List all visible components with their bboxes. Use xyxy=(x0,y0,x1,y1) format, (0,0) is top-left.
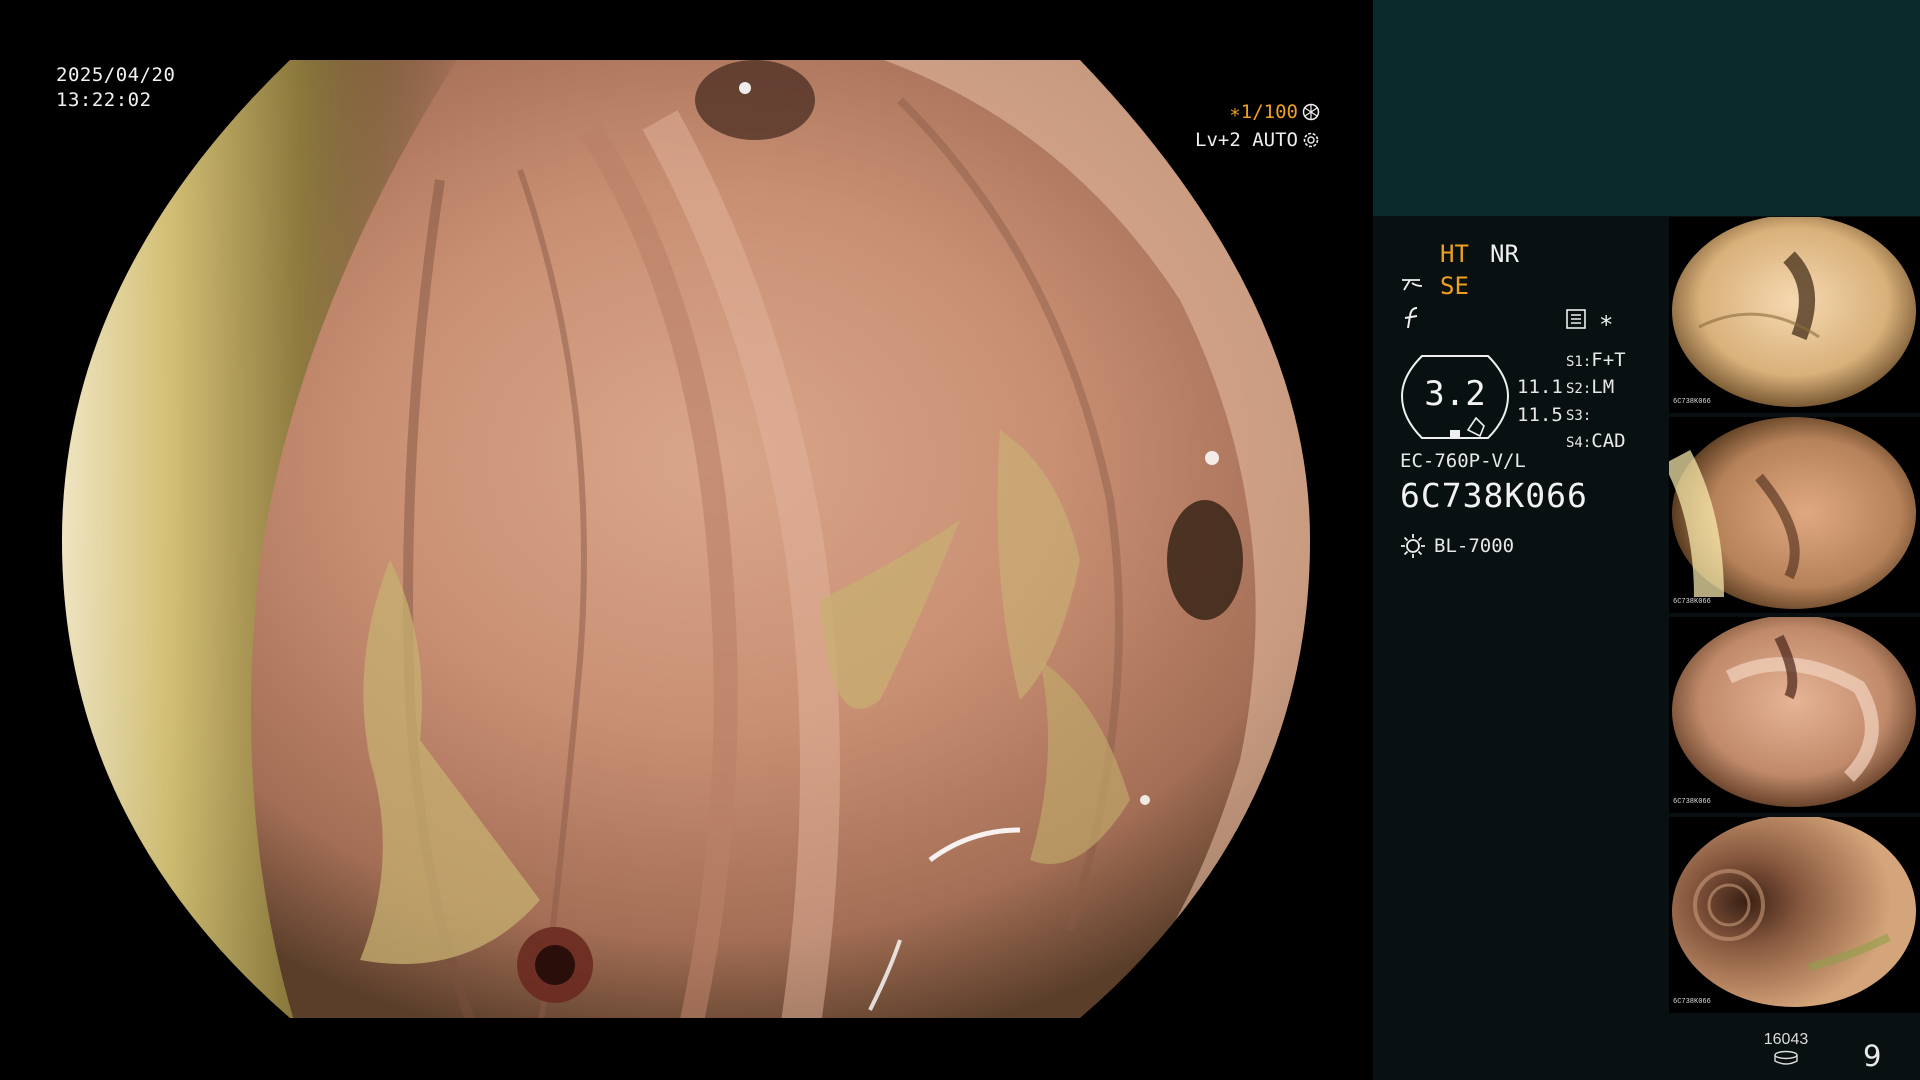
setting-key: S4: xyxy=(1566,435,1592,451)
image-counter: 16043 xyxy=(1763,1031,1809,1048)
light-level: Lv+2 AUTO xyxy=(1195,129,1298,151)
disk-icon xyxy=(1774,1050,1798,1065)
freeze-icon xyxy=(1404,307,1418,329)
thumbnail[interactable]: 6C738K066 xyxy=(1669,217,1920,413)
gauge-readings: 11.1 11.5 xyxy=(1517,373,1563,429)
setting-row-1: S1:F+T xyxy=(1566,348,1626,375)
thumbnail-image: 6C738K066 xyxy=(1669,417,1916,609)
live-endoscope-view: 2025/04/20 13:22:02 ∗1/100 Lv+2 AUTO xyxy=(0,0,1372,1080)
se-mode: SE xyxy=(1440,272,1469,300)
setting-key: S3: xyxy=(1566,408,1592,424)
setting-row-3: S3: xyxy=(1566,402,1626,429)
thumbnail-image: 6C738K066 xyxy=(1672,217,1916,407)
setting-value: LM xyxy=(1591,376,1615,398)
zoom-gauge: 3.2 xyxy=(1400,352,1510,440)
date-text: 2025/04/20 xyxy=(56,64,176,86)
colon-lumen-image xyxy=(62,60,1310,1018)
edge-enhance-icon xyxy=(1402,279,1423,291)
thumbnail-image: 6C738K066 xyxy=(1672,817,1916,1007)
ht-mode: HT xyxy=(1440,240,1469,268)
thumbnail[interactable]: 6C738K066 xyxy=(1669,617,1920,813)
thumbnail-serial: 6C738K066 xyxy=(1673,998,1711,1006)
shutter-row: ∗1/100 xyxy=(1195,98,1320,126)
thumbnail-image: 6C738K066 xyxy=(1672,617,1916,807)
thumbnail-serial: 6C738K066 xyxy=(1673,598,1711,606)
setting-row-2: S2:LM xyxy=(1566,375,1626,402)
timestamp: 2025/04/20 13:22:02 xyxy=(56,63,175,113)
thumbnail-serial: 6C738K066 xyxy=(1673,398,1711,406)
setting-key: S1: xyxy=(1566,354,1592,370)
switch-settings: S1:F+T S2:LM S3: S4:CAD xyxy=(1566,348,1626,456)
shutter-speed: ∗1/100 xyxy=(1229,101,1298,123)
scope-model: EC-760P-V/L xyxy=(1400,450,1526,472)
thumbnail[interactable]: 6C738K066 xyxy=(1669,817,1920,1013)
page-number: 9 xyxy=(1863,1039,1882,1073)
setting-value: CAD xyxy=(1591,430,1626,452)
nr-mode: NR xyxy=(1490,240,1519,268)
light-source: BL-7000 xyxy=(1400,533,1514,559)
lamp-icon xyxy=(1401,534,1425,558)
light-source-label: BL-7000 xyxy=(1434,535,1515,557)
star-icon: ∗ xyxy=(1599,306,1614,334)
light-level-row: Lv+2 AUTO xyxy=(1195,126,1320,154)
time-text: 13:22:02 xyxy=(56,89,152,111)
exposure-settings: ∗1/100 Lv+2 AUTO xyxy=(1195,98,1320,154)
thumbnail-serial: 6C738K066 xyxy=(1673,798,1711,806)
reading-2: 11.5 xyxy=(1517,404,1563,426)
scope-serial: 6C738K066 xyxy=(1400,476,1588,515)
setting-value: F+T xyxy=(1591,349,1626,371)
endoscopy-monitor: 2025/04/20 13:22:02 ∗1/100 Lv+2 AUTO HT … xyxy=(0,0,1920,1080)
aperture-icon xyxy=(1302,103,1320,121)
zoom-value: 3.2 xyxy=(1424,374,1486,414)
reading-1: 11.1 xyxy=(1517,376,1563,398)
setting-key: S2: xyxy=(1566,381,1592,397)
gear-icon xyxy=(1303,132,1319,148)
report-icon xyxy=(1566,309,1586,329)
panel-header xyxy=(1373,0,1920,216)
setting-row-4: S4:CAD xyxy=(1566,429,1626,456)
thumbnail[interactable]: 6C738K066 xyxy=(1669,417,1920,613)
